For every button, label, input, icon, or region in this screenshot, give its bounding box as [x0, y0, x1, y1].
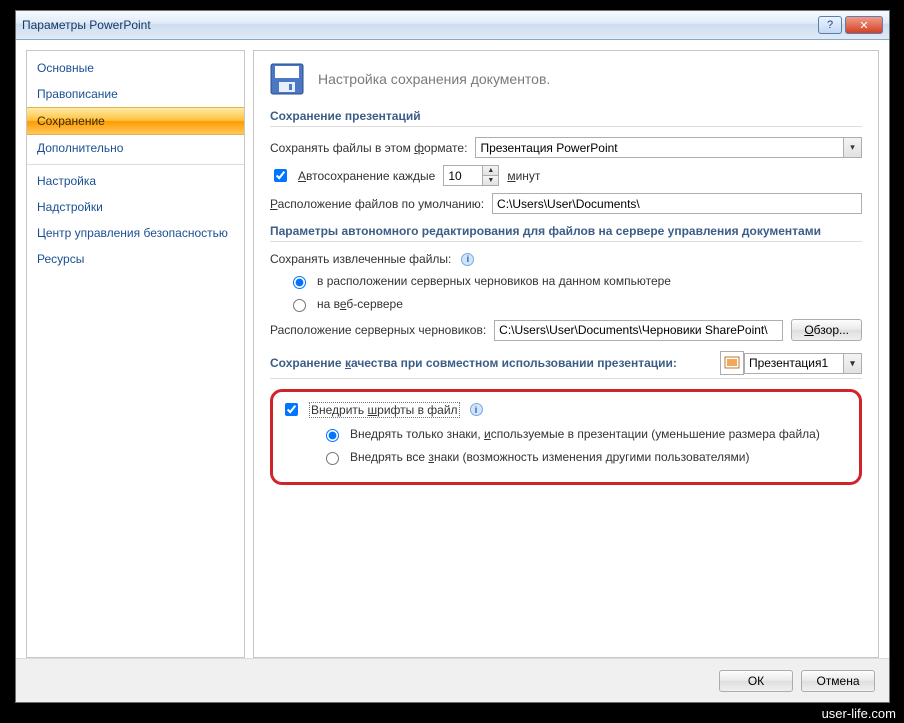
- info-icon[interactable]: i: [470, 403, 483, 416]
- presentation-combo[interactable]: ▾: [744, 353, 862, 374]
- sidebar-item-addins[interactable]: Надстройки: [27, 194, 244, 220]
- embed-all-chars-radio[interactable]: [326, 452, 339, 465]
- browse-button[interactable]: Обзор...: [791, 319, 862, 341]
- embed-all-chars-label[interactable]: Внедрять все знаки (возможность изменени…: [350, 450, 749, 464]
- help-button[interactable]: ?: [818, 16, 842, 34]
- section-save-presentations: Сохранение презентаций: [270, 109, 862, 127]
- ok-button[interactable]: ОК: [719, 670, 793, 692]
- autosave-checkbox[interactable]: [274, 169, 287, 182]
- embed-used-chars-label[interactable]: Внедрять только знаки, используемые в пр…: [350, 427, 820, 441]
- drafts-web-label[interactable]: на веб-сервере: [317, 297, 403, 311]
- close-button[interactable]: ✕: [845, 16, 883, 34]
- autosave-value[interactable]: [443, 165, 483, 186]
- sidebar-item-resources[interactable]: Ресурсы: [27, 246, 244, 272]
- cancel-button[interactable]: Отмена: [801, 670, 875, 692]
- embed-fonts-label[interactable]: Внедрить шрифты в файл: [309, 402, 460, 418]
- section-offline-editing: Параметры автономного редактирования для…: [270, 224, 862, 242]
- sidebar-item-customize[interactable]: Настройка: [27, 168, 244, 194]
- autosave-unit: минут: [507, 169, 540, 183]
- drafts-local-radio[interactable]: [293, 276, 306, 289]
- section-sharing-quality: Сохранение качества при совместном испол…: [270, 351, 862, 379]
- extract-label: Сохранять извлеченные файлы:: [270, 252, 451, 266]
- watermark: user-life.com: [814, 704, 904, 723]
- options-dialog: Параметры PowerPoint ? ✕ Основные Правоп…: [15, 10, 890, 703]
- chevron-down-icon[interactable]: ▾: [844, 353, 862, 374]
- window-title: Параметры PowerPoint: [22, 18, 151, 32]
- presentation-icon: [720, 351, 744, 375]
- sidebar-item-general[interactable]: Основные: [27, 55, 244, 81]
- server-drafts-input[interactable]: [494, 320, 783, 341]
- sidebar-item-trustcenter[interactable]: Центр управления безопасностью: [27, 220, 244, 246]
- default-location-input[interactable]: [492, 193, 862, 214]
- info-icon[interactable]: i: [461, 253, 474, 266]
- sidebar-item-proofing[interactable]: Правописание: [27, 81, 244, 107]
- embed-fonts-highlight: Внедрить шрифты в файл i Внедрять только…: [270, 389, 862, 485]
- drafts-web-radio[interactable]: [293, 299, 306, 312]
- spin-up-icon[interactable]: ▲: [483, 165, 499, 175]
- embed-used-chars-radio[interactable]: [326, 429, 339, 442]
- sidebar-item-advanced[interactable]: Дополнительно: [27, 135, 244, 161]
- format-combo[interactable]: ▾: [475, 137, 862, 158]
- page-title: Настройка сохранения документов.: [318, 71, 550, 87]
- autosave-label[interactable]: Автосохранение каждые: [298, 169, 435, 183]
- drafts-local-label[interactable]: в расположении серверных черновиков на д…: [317, 274, 671, 288]
- embed-fonts-checkbox[interactable]: [285, 403, 298, 416]
- sidebar-item-save[interactable]: Сохранение: [27, 107, 244, 135]
- dialog-footer: ОК Отмена: [16, 658, 889, 702]
- titlebar: Параметры PowerPoint ? ✕: [16, 11, 889, 40]
- server-drafts-label: Расположение серверных черновиков:: [270, 323, 486, 337]
- format-value[interactable]: [475, 137, 844, 158]
- sidebar-separator: [27, 164, 244, 165]
- default-location-label: Расположение файлов по умолчанию:: [270, 197, 484, 211]
- chevron-down-icon[interactable]: ▾: [844, 137, 862, 158]
- spin-down-icon[interactable]: ▼: [483, 175, 499, 186]
- autosave-spinner[interactable]: ▲▼: [443, 165, 499, 186]
- format-label: Сохранять файлы в этом формате:: [270, 141, 467, 155]
- sidebar: Основные Правописание Сохранение Дополни…: [26, 50, 245, 658]
- save-icon: [270, 63, 304, 95]
- main-panel: Настройка сохранения документов. Сохране…: [253, 50, 879, 658]
- presentation-value[interactable]: [744, 353, 844, 374]
